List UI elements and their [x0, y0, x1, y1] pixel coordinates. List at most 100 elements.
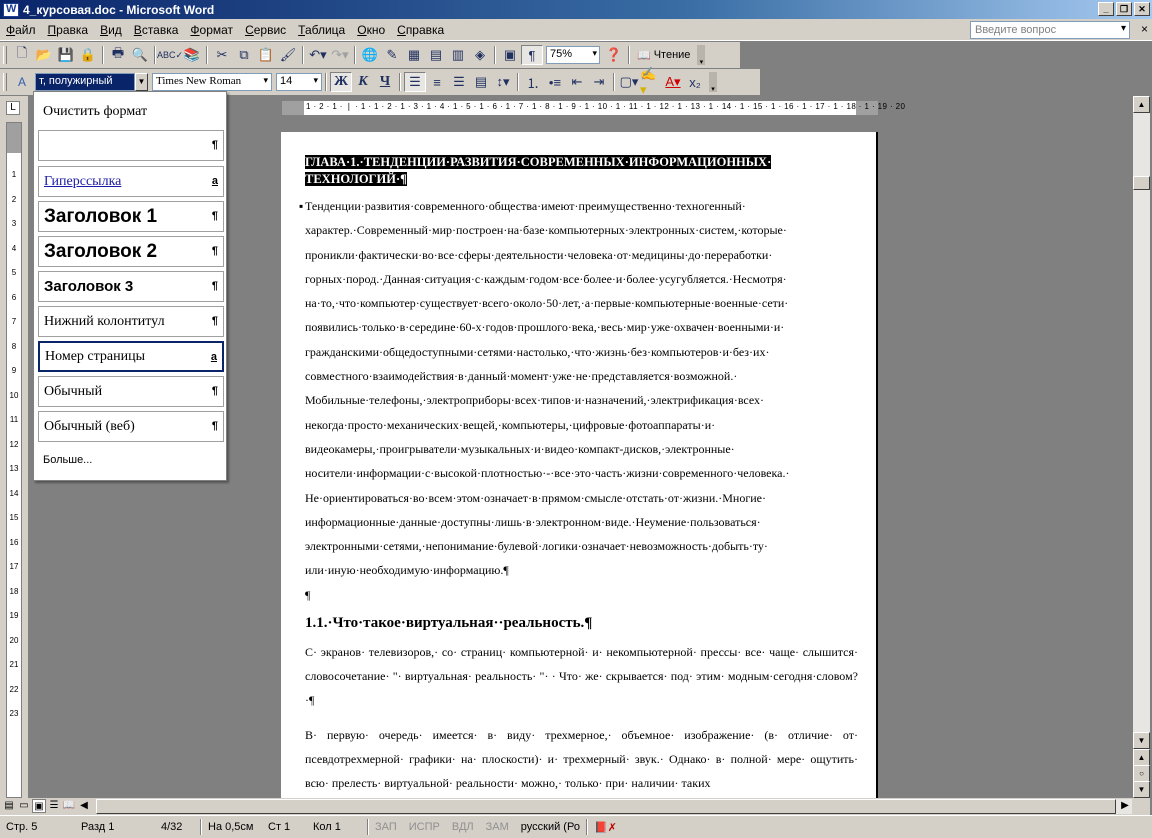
save-icon[interactable]: 💾: [55, 45, 77, 65]
hyperlink-icon[interactable]: 🌐: [359, 45, 381, 65]
line-spacing-icon[interactable]: ↕▾: [492, 72, 514, 92]
horizontal-ruler[interactable]: 1 · 2 · 1 · ❘ · 1 · 1 · 2 · 1 · 3 · 1 · …: [281, 100, 905, 116]
subscript-icon[interactable]: x₂: [684, 72, 706, 92]
clear-formatting-item[interactable]: Очистить формат: [43, 104, 147, 120]
scroll-left-icon[interactable]: ◀: [77, 799, 91, 813]
style-item-footer[interactable]: Нижний колонтитул ¶: [38, 306, 224, 337]
scroll-right-icon[interactable]: ▶: [1118, 799, 1132, 813]
reading-view-icon[interactable]: 📖: [62, 799, 76, 813]
previous-page-icon[interactable]: ▲: [1133, 749, 1150, 766]
menu-view[interactable]: Вид: [94, 23, 128, 37]
minimize-button[interactable]: _: [1098, 2, 1114, 16]
menu-help[interactable]: Справка: [391, 23, 450, 37]
copy-icon[interactable]: ⧉: [233, 45, 255, 65]
menu-edit[interactable]: Правка: [42, 23, 95, 37]
style-item-heading-1[interactable]: Заголовок 1 ¶: [38, 201, 224, 232]
tab-selector[interactable]: L: [6, 101, 20, 115]
close-button[interactable]: ✕: [1134, 2, 1150, 16]
style-item-hyperlink[interactable]: Гиперссылка a: [38, 166, 224, 197]
document-page[interactable]: ГЛАВА·1.·ТЕНДЕНЦИИ·РАЗВИТИЯ·СОВРЕМЕННЫХ·…: [281, 132, 878, 798]
zoom-select[interactable]: 75%: [546, 46, 600, 64]
print-icon[interactable]: 🖶: [107, 45, 129, 65]
web-view-icon[interactable]: ▭: [17, 799, 31, 813]
increase-indent-icon[interactable]: ⇥: [588, 72, 610, 92]
spelling-icon[interactable]: ABC✓: [157, 45, 183, 65]
open-folder-icon[interactable]: 📂: [33, 45, 55, 65]
new-document-icon[interactable]: 🗋: [11, 45, 33, 65]
toolbar-options-icon[interactable]: ▾: [697, 45, 706, 66]
bold-button[interactable]: Ж: [330, 72, 352, 92]
style-item-heading-2[interactable]: Заголовок 2 ¶: [38, 236, 224, 267]
status-ext[interactable]: ВДЛ: [446, 821, 480, 833]
status-rec[interactable]: ЗАП: [369, 821, 403, 833]
columns-icon[interactable]: ▥: [447, 45, 469, 65]
paste-icon[interactable]: 📋: [255, 45, 277, 65]
insert-excel-icon[interactable]: ▤: [425, 45, 447, 65]
justify-icon[interactable]: ▤: [470, 72, 492, 92]
h-scroll-thumb[interactable]: [96, 799, 1116, 814]
menu-format[interactable]: Формат: [184, 23, 239, 37]
research-icon[interactable]: 📚: [181, 45, 203, 65]
menu-window[interactable]: Окно: [351, 23, 391, 37]
help-icon[interactable]: ❓: [603, 45, 625, 65]
style-select[interactable]: т, полужирный: [35, 73, 135, 91]
ask-question-input[interactable]: Введите вопрос: [970, 21, 1130, 39]
style-item-page-number[interactable]: Номер страницы a: [38, 341, 224, 372]
menu-table[interactable]: Таблица: [292, 23, 351, 37]
insert-table-icon[interactable]: ▦: [403, 45, 425, 65]
borders-icon[interactable]: ▢▾: [618, 72, 640, 92]
redo-icon[interactable]: ↷▾: [329, 45, 351, 65]
show-hide-formatting-icon[interactable]: ¶: [521, 45, 543, 65]
status-ovr[interactable]: ЗАМ: [480, 821, 515, 833]
menu-file[interactable]: Файл: [0, 23, 42, 37]
font-name-select[interactable]: Times New Roman: [152, 73, 272, 91]
style-item-blank[interactable]: ¶: [38, 130, 224, 161]
undo-icon[interactable]: ↶▾: [307, 45, 329, 65]
vertical-ruler[interactable]: 1 2 3 4 5 6 7 8 9 10 11 12 13 14 15 16 1…: [6, 122, 22, 798]
bullets-icon[interactable]: •≡: [544, 72, 566, 92]
menu-insert[interactable]: Вставка: [128, 23, 185, 37]
document-text[interactable]: ГЛАВА·1.·ТЕНДЕНЦИИ·РАЗВИТИЯ·СОВРЕМЕННЫХ·…: [299, 154, 858, 796]
style-dropdown-arrow[interactable]: ▼: [135, 73, 148, 91]
restore-button[interactable]: ❐: [1116, 2, 1132, 16]
permission-icon[interactable]: 🔒: [77, 45, 99, 65]
outline-view-icon[interactable]: ☰: [47, 799, 61, 813]
scroll-down-icon[interactable]: ▼: [1133, 732, 1150, 749]
document-map-icon[interactable]: ▣: [499, 45, 521, 65]
style-item-heading-3[interactable]: Заголовок 3 ¶: [38, 271, 224, 302]
format-painter-icon[interactable]: 🖌: [277, 45, 299, 65]
style-item-normal[interactable]: Обычный ¶: [38, 376, 224, 407]
cut-icon[interactable]: ✂: [211, 45, 233, 65]
scroll-thumb[interactable]: [1133, 176, 1150, 190]
print-layout-icon[interactable]: ▣: [32, 799, 46, 813]
horizontal-scrollbar[interactable]: ▤ ▭ ▣ ☰ 📖 ◀ ▶: [0, 798, 1150, 815]
next-page-icon[interactable]: ▼: [1133, 781, 1150, 798]
style-item-normal-web[interactable]: Обычный (веб) ¶: [38, 411, 224, 442]
toolbar-options-icon[interactable]: ▾: [709, 72, 717, 93]
browse-object-icon[interactable]: ○: [1133, 765, 1150, 782]
italic-button[interactable]: К: [352, 72, 374, 92]
align-left-icon[interactable]: ☰: [404, 72, 426, 92]
font-color-icon[interactable]: A▾: [662, 72, 684, 92]
tables-borders-icon[interactable]: ✎: [381, 45, 403, 65]
scroll-up-icon[interactable]: ▲: [1133, 96, 1150, 113]
toolbar-grip[interactable]: [3, 73, 7, 91]
highlight-icon[interactable]: ✍▾: [640, 66, 662, 97]
underline-button[interactable]: Ч: [374, 72, 396, 92]
drawing-icon[interactable]: ◈: [469, 45, 491, 65]
menu-tools[interactable]: Сервис: [239, 23, 292, 37]
status-trk[interactable]: ИСПР: [403, 821, 446, 833]
align-right-icon[interactable]: ☰: [448, 72, 470, 92]
toolbar-grip[interactable]: [3, 46, 7, 64]
vertical-scrollbar[interactable]: ▲ ▼ ▲ ○ ▼: [1133, 96, 1150, 798]
more-styles-link[interactable]: Больше...: [43, 454, 92, 466]
styles-formatting-icon[interactable]: A: [11, 72, 33, 92]
print-preview-icon[interactable]: 🔍: [129, 45, 151, 65]
decrease-indent-icon[interactable]: ⇤: [566, 72, 588, 92]
reading-mode-button[interactable]: 📖 Чтение: [633, 49, 694, 62]
normal-view-icon[interactable]: ▤: [2, 799, 16, 813]
align-center-icon[interactable]: ≡: [426, 72, 448, 92]
font-size-select[interactable]: 14: [276, 73, 322, 91]
numbering-icon[interactable]: ⒈: [522, 72, 544, 92]
document-close-icon[interactable]: ×: [1141, 22, 1148, 36]
